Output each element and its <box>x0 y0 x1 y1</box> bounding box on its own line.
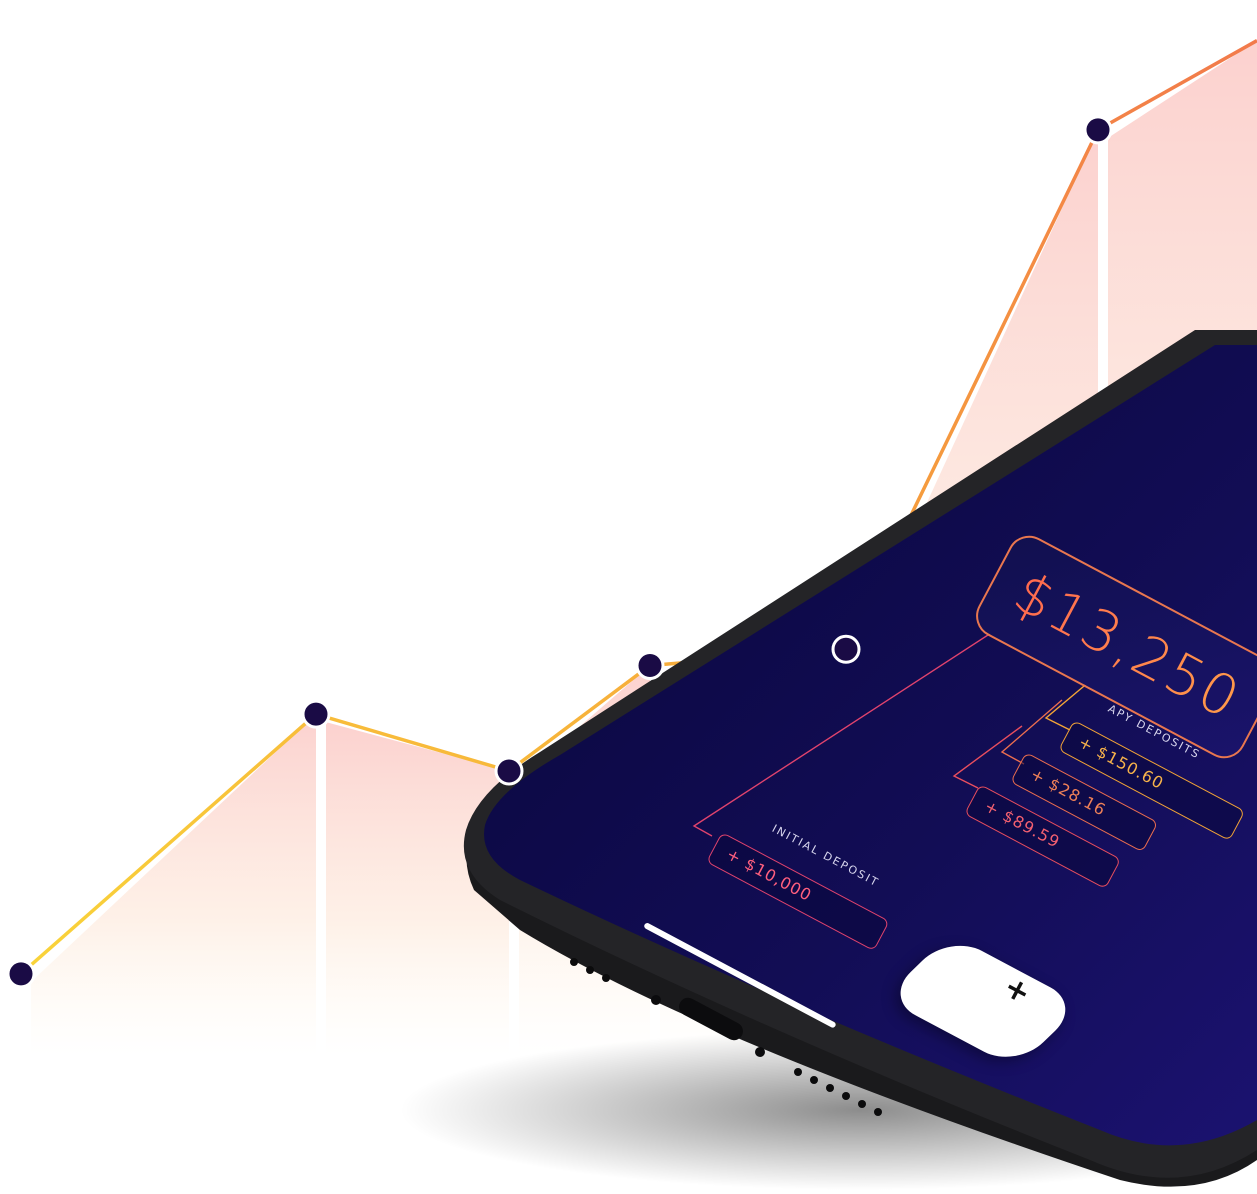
phone-screen-content: $13,250 APY DEPOSITS + $150.60 + $28.16 … <box>0 0 1257 1194</box>
initial-deposit-amount: + $10,000 <box>706 832 890 952</box>
home-indicator[interactable] <box>643 922 837 1029</box>
hero-illustration: $13,250 APY DEPOSITS + $150.60 + $28.16 … <box>0 0 1257 1194</box>
add-button[interactable] <box>883 934 1083 1069</box>
